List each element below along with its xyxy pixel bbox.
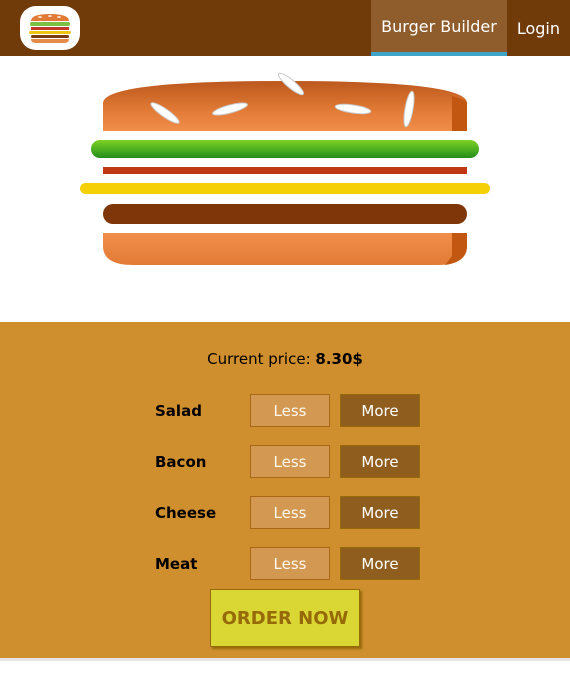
bread-bottom [103,233,467,265]
current-price: Current price: 8.30$ [0,350,570,368]
ingredient-label-bacon: Bacon [155,453,207,471]
build-control-bacon: Bacon Less More [0,445,570,479]
burger-logo-icon[interactable] [20,6,80,50]
more-meat-button[interactable]: More [340,547,420,580]
order-now-button[interactable]: ORDER NOW [210,589,360,647]
burger-preview [0,56,570,322]
build-control-salad: Salad Less More [0,394,570,428]
meat-layer [103,204,467,224]
less-bacon-button[interactable]: Less [250,445,330,478]
build-control-cheese: Cheese Less More [0,496,570,530]
price-label: Current price: [207,350,311,368]
more-salad-button[interactable]: More [340,394,420,427]
ingredient-label-meat: Meat [155,555,198,573]
bread-top [103,72,467,131]
build-control-meat: Meat Less More [0,547,570,581]
divider [0,658,570,661]
cheese-layer [80,183,490,194]
more-cheese-button[interactable]: More [340,496,420,529]
less-salad-button[interactable]: Less [250,394,330,427]
less-meat-button[interactable]: Less [250,547,330,580]
burger-logo-graphic [29,14,71,43]
bacon-layer [103,167,467,174]
build-controls: Current price: 8.30$ Salad Less More Bac… [0,322,570,658]
more-bacon-button[interactable]: More [340,445,420,478]
nav-login[interactable]: Login [507,0,570,56]
nav-burger-builder[interactable]: Burger Builder [371,0,507,56]
main-navigation: Burger Builder Login [371,0,570,56]
toolbar: Burger Builder Login [0,0,570,56]
ingredient-label-cheese: Cheese [155,504,217,522]
salad-layer [91,140,479,158]
price-value: 8.30$ [315,350,363,368]
less-cheese-button[interactable]: Less [250,496,330,529]
burger-graphic [80,72,490,265]
ingredient-label-salad: Salad [155,402,202,420]
